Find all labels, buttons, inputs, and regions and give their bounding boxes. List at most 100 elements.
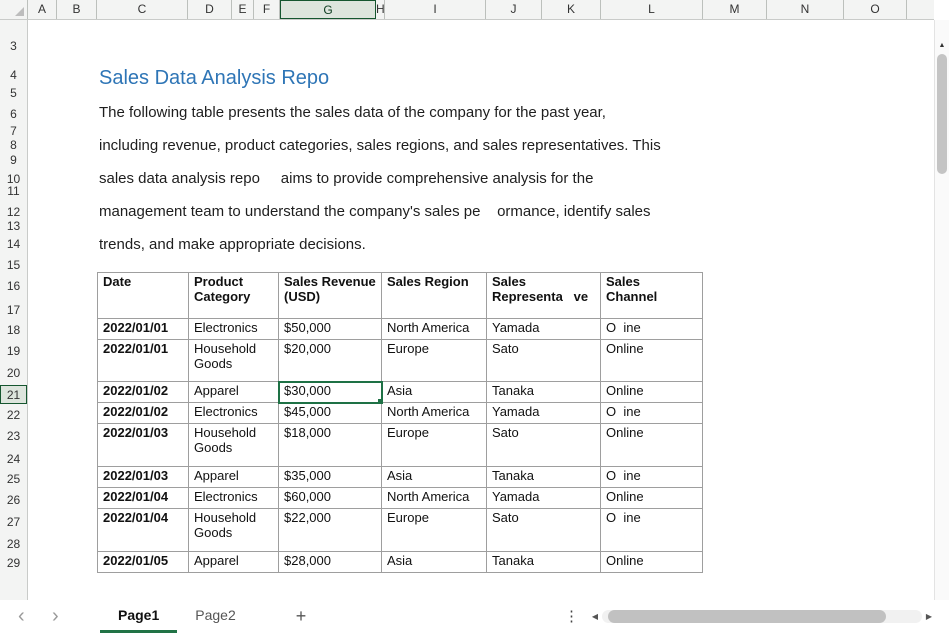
table-cell[interactable]: 2022/01/04 [98, 509, 189, 552]
table-cell[interactable]: O ine [601, 403, 703, 424]
table-cell[interactable]: Yamada [487, 319, 601, 340]
table-cell[interactable]: 2022/01/01 [98, 319, 189, 340]
table-cell[interactable]: Asia [382, 382, 487, 403]
table-cell[interactable]: Sato [487, 509, 601, 552]
table-cell[interactable]: North America [382, 488, 487, 509]
scroll-up-arrow-icon[interactable]: ▲ [935, 42, 949, 49]
row-header-17[interactable]: 17 [0, 301, 27, 320]
add-sheet-button[interactable]: + [288, 600, 314, 633]
scroll-left-arrow-icon[interactable]: ◀ [588, 612, 602, 621]
table-cell[interactable]: Electronics [189, 403, 279, 424]
column-header-A[interactable]: A [28, 0, 57, 19]
table-cell[interactable]: Household Goods [189, 509, 279, 552]
next-sheet-arrow-icon[interactable]: › [52, 600, 59, 633]
row-header-5[interactable]: 5 [0, 84, 27, 103]
table-cell[interactable]: O ine [601, 319, 703, 340]
row-header-25[interactable]: 25 [0, 470, 27, 489]
table-header-cell[interactable]: Product Category [189, 273, 279, 319]
table-header-cell[interactable]: Sales Representa ve [487, 273, 601, 319]
row-header-13[interactable]: 13 [0, 217, 27, 236]
column-header-B[interactable]: B [57, 0, 97, 19]
table-cell[interactable]: Tanaka [487, 467, 601, 488]
table-cell[interactable]: 2022/01/03 [98, 467, 189, 488]
prev-sheet-arrow-icon[interactable]: ‹ [18, 600, 25, 633]
table-cell[interactable]: O ine [601, 467, 703, 488]
horizontal-scroll-thumb[interactable] [608, 610, 886, 623]
table-cell[interactable]: Tanaka [487, 382, 601, 403]
table-cell[interactable]: Apparel [189, 552, 279, 573]
table-cell[interactable]: Europe [382, 509, 487, 552]
table-cell[interactable]: Sato [487, 424, 601, 467]
row-header-20[interactable]: 20 [0, 364, 27, 383]
table-cell[interactable]: Household Goods [189, 424, 279, 467]
table-cell[interactable]: 2022/01/01 [98, 340, 189, 382]
column-header-G[interactable]: G [280, 0, 376, 19]
table-cell[interactable]: North America [382, 403, 487, 424]
table-cell[interactable]: $45,000 [279, 403, 382, 424]
row-header-29[interactable]: 29 [0, 554, 27, 573]
table-cell[interactable]: O ine [601, 509, 703, 552]
table-cell[interactable]: 2022/01/05 [98, 552, 189, 573]
column-header-N[interactable]: N [767, 0, 844, 19]
column-header-C[interactable]: C [97, 0, 188, 19]
row-header-23[interactable]: 23 [0, 427, 27, 446]
table-cell[interactable]: $35,000 [279, 467, 382, 488]
row-header-4[interactable]: 4 [0, 66, 27, 85]
table-cell[interactable]: Electronics [189, 488, 279, 509]
row-header-11[interactable]: 11 [0, 182, 27, 201]
row-header-24[interactable]: 24 [0, 450, 27, 469]
column-header-E[interactable]: E [232, 0, 254, 19]
column-header-D[interactable]: D [188, 0, 232, 19]
table-cell[interactable]: $60,000 [279, 488, 382, 509]
column-header-L[interactable]: L [601, 0, 703, 19]
column-header-J[interactable]: J [486, 0, 542, 19]
table-cell[interactable]: Yamada [487, 488, 601, 509]
sheet-tab-page1[interactable]: Page1 [100, 600, 177, 633]
column-header-H[interactable]: H [376, 0, 385, 19]
table-cell[interactable]: Online [601, 424, 703, 467]
table-cell[interactable]: $18,000 [279, 424, 382, 467]
row-header-21[interactable]: 21 [0, 385, 27, 404]
column-header-K[interactable]: K [542, 0, 601, 19]
table-cell[interactable]: North America [382, 319, 487, 340]
table-cell[interactable]: Online [601, 552, 703, 573]
sheet-tab-page2[interactable]: Page2 [177, 600, 253, 633]
table-header-cell[interactable]: Sales Region [382, 273, 487, 319]
column-header-I[interactable]: I [385, 0, 486, 19]
row-header-18[interactable]: 18 [0, 321, 27, 340]
table-cell[interactable]: Online [601, 382, 703, 403]
select-all-corner[interactable] [0, 0, 28, 19]
sheet-canvas[interactable]: Sales Data Analysis Repo The following t… [28, 20, 934, 600]
table-cell[interactable]: 2022/01/02 [98, 403, 189, 424]
fill-handle[interactable] [377, 398, 382, 403]
column-header-F[interactable]: F [254, 0, 280, 19]
table-cell[interactable]: Yamada [487, 403, 601, 424]
table-cell[interactable]: 2022/01/03 [98, 424, 189, 467]
horizontal-scrollbar[interactable]: ◀ ▶ [588, 608, 936, 625]
table-cell[interactable]: Europe [382, 340, 487, 382]
table-cell[interactable]: Online [601, 488, 703, 509]
table-header-cell[interactable]: Date [98, 273, 189, 319]
table-cell[interactable]: Sato [487, 340, 601, 382]
table-cell[interactable]: 2022/01/02 [98, 382, 189, 403]
row-header-22[interactable]: 22 [0, 406, 27, 425]
table-header-cell[interactable]: Sales Channel [601, 273, 703, 319]
row-header-16[interactable]: 16 [0, 277, 27, 296]
more-options-icon[interactable]: ⋮ [564, 600, 579, 633]
table-cell[interactable]: Asia [382, 467, 487, 488]
column-header-O[interactable]: O [844, 0, 907, 19]
scroll-right-arrow-icon[interactable]: ▶ [922, 612, 936, 621]
row-header-26[interactable]: 26 [0, 491, 27, 510]
vertical-scroll-thumb[interactable] [937, 54, 947, 174]
table-cell[interactable]: $22,000 [279, 509, 382, 552]
row-header-19[interactable]: 19 [0, 342, 27, 361]
table-cell[interactable]: 2022/01/04 [98, 488, 189, 509]
table-cell[interactable]: Asia [382, 552, 487, 573]
table-cell[interactable]: Europe [382, 424, 487, 467]
table-cell[interactable]: Household Goods [189, 340, 279, 382]
row-header-14[interactable]: 14 [0, 235, 27, 254]
horizontal-scroll-track[interactable] [602, 610, 922, 623]
table-cell[interactable]: Tanaka [487, 552, 601, 573]
table-cell[interactable]: $20,000 [279, 340, 382, 382]
table-header-cell[interactable]: Sales Revenue (USD) [279, 273, 382, 319]
